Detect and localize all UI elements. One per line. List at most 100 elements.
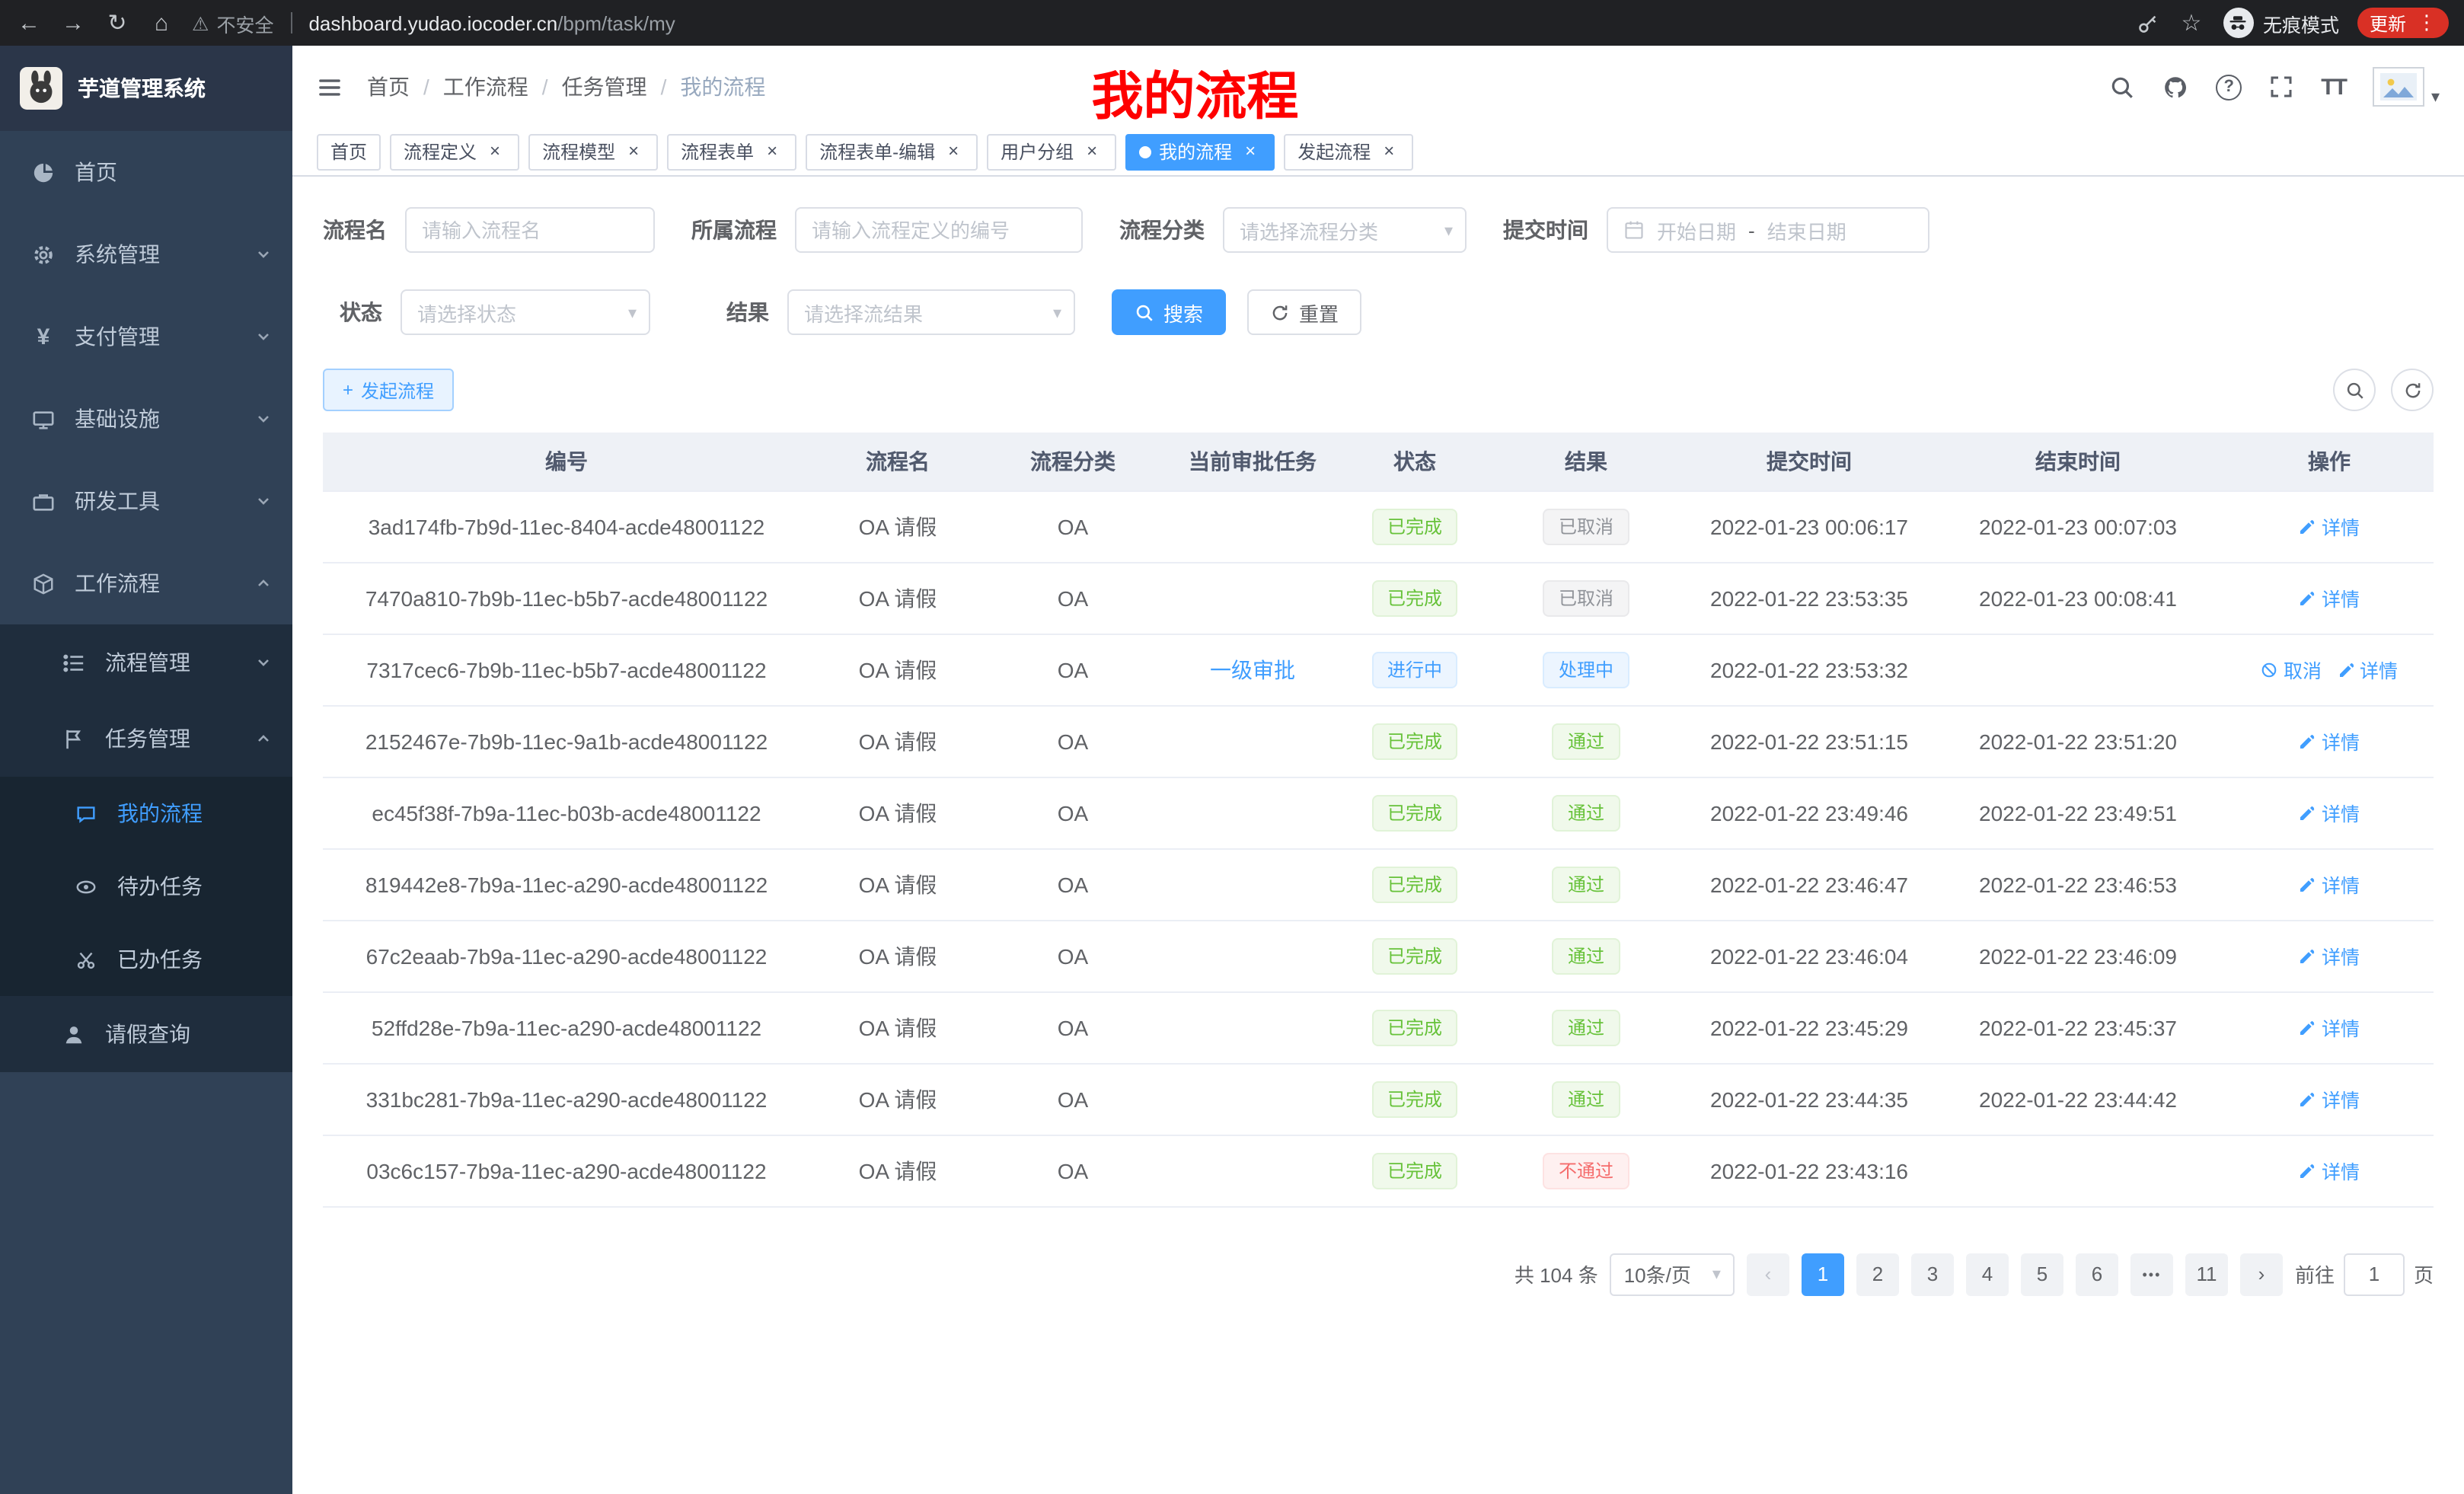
help-icon[interactable]: ?: [2216, 74, 2242, 100]
cell-status: 已完成: [1345, 777, 1485, 848]
sidebar-item-my-process[interactable]: 我的流程: [0, 777, 292, 850]
category-select[interactable]: 请选择流程分类 ▾: [1223, 207, 1467, 253]
page-button-4[interactable]: 4: [1966, 1253, 2009, 1295]
close-icon[interactable]: ×: [623, 141, 644, 162]
reload-icon[interactable]: ↻: [104, 9, 131, 37]
current-task-link[interactable]: 一级审批: [1210, 657, 1295, 682]
tag-home[interactable]: 首页: [317, 133, 381, 170]
submit-time-range-picker[interactable]: 开始日期 - 结束日期: [1607, 207, 1929, 253]
detail-link[interactable]: 详情: [2299, 798, 2360, 827]
close-icon[interactable]: ×: [1081, 141, 1103, 162]
update-button[interactable]: 更新 ⋮: [2357, 8, 2449, 38]
cancel-link[interactable]: 取消: [2261, 655, 2322, 684]
detail-link[interactable]: 详情: [2299, 726, 2360, 755]
close-icon[interactable]: ×: [943, 141, 964, 162]
cell-submit-time: 2022-01-22 23:45:29: [1687, 991, 1931, 1063]
breadcrumb-item[interactable]: 首页: [367, 72, 410, 102]
table-row: 3ad174fb-7b9d-11ec-8404-acde48001122 OA …: [323, 490, 2434, 562]
sidebar-item-done-task[interactable]: 已办任务: [0, 923, 292, 996]
detail-link[interactable]: 详情: [2299, 1156, 2360, 1185]
tag-my-process[interactable]: 我的流程×: [1125, 133, 1275, 170]
search-button[interactable]: 搜索: [1112, 289, 1226, 335]
process-definition-input[interactable]: [795, 207, 1083, 253]
header-name: 流程名: [810, 433, 985, 490]
detail-link[interactable]: 详情: [2337, 655, 2398, 684]
tag-start-process[interactable]: 发起流程×: [1284, 133, 1413, 170]
fullscreen-icon[interactable]: [2269, 75, 2293, 99]
header-id: 编号: [323, 433, 810, 490]
chevron-down-icon: [256, 493, 271, 509]
sidebar-item-system[interactable]: 系统管理: [0, 213, 292, 295]
detail-link[interactable]: 详情: [2299, 1084, 2360, 1113]
cell-result: 不通过: [1485, 1135, 1687, 1206]
tag-process-form[interactable]: 流程表单×: [667, 133, 796, 170]
font-size-icon[interactable]: TT: [2321, 74, 2346, 100]
page-button-11[interactable]: 11: [2185, 1253, 2228, 1295]
app-logo[interactable]: 芋道管理系统: [0, 46, 292, 131]
github-icon[interactable]: [2162, 74, 2188, 100]
security-chip[interactable]: ⚠ 不安全: [192, 8, 273, 37]
sidebar-item-todo-task[interactable]: 待办任务: [0, 850, 292, 923]
detail-link[interactable]: 详情: [2299, 941, 2360, 970]
search-icon[interactable]: [2109, 74, 2135, 100]
refresh-table-icon[interactable]: [2391, 369, 2434, 411]
result-tag: 处理中: [1543, 651, 1629, 688]
more-pages-button[interactable]: •••: [2130, 1253, 2173, 1295]
tag-process-definition[interactable]: 流程定义×: [390, 133, 519, 170]
sidebar-item-workflow[interactable]: 工作流程: [0, 542, 292, 624]
page-size-select[interactable]: 10条/页 ▾: [1610, 1253, 1735, 1295]
sidebar-item-process-mgmt[interactable]: 流程管理: [0, 624, 292, 701]
detail-link[interactable]: 详情: [2299, 512, 2360, 541]
sidebar-item-leave-query[interactable]: 请假查询: [0, 996, 292, 1072]
tag-process-form-edit[interactable]: 流程表单-编辑×: [806, 133, 978, 170]
breadcrumb-item[interactable]: 任务管理: [562, 72, 647, 102]
screen: ← → ↻ ⌂ ⚠ 不安全 dashboard.yudao.iocoder.cn…: [0, 0, 2464, 1494]
next-page-button[interactable]: ›: [2240, 1253, 2283, 1295]
close-icon[interactable]: ×: [484, 141, 506, 162]
address-bar[interactable]: dashboard.yudao.iocoder.cn/bpm/task/my: [308, 11, 675, 34]
divider: [290, 12, 292, 34]
sidebar-item-home[interactable]: 首页: [0, 131, 292, 213]
status-tag: 已完成: [1372, 937, 1457, 974]
cell-submit-time: 2022-01-22 23:51:15: [1687, 705, 1931, 777]
detail-link[interactable]: 详情: [2299, 870, 2360, 899]
process-name-input[interactable]: [405, 207, 655, 253]
sidebar-item-devtools[interactable]: 研发工具: [0, 460, 292, 542]
tag-user-group[interactable]: 用户分组×: [987, 133, 1116, 170]
home-browser-icon[interactable]: ⌂: [148, 10, 175, 36]
sidebar-item-payment[interactable]: ¥ 支付管理: [0, 295, 292, 378]
result-select[interactable]: 请选择流结果 ▾: [787, 289, 1075, 335]
page-button-6[interactable]: 6: [2076, 1253, 2118, 1295]
close-icon[interactable]: ×: [1240, 141, 1261, 162]
tag-process-model[interactable]: 流程模型×: [528, 133, 658, 170]
back-icon[interactable]: ←: [15, 10, 43, 36]
goto-page-input[interactable]: [2344, 1253, 2405, 1295]
status-select[interactable]: 请选择状态 ▾: [401, 289, 650, 335]
cell-submit-time: 2022-01-22 23:53:32: [1687, 634, 1931, 705]
hamburger-icon[interactable]: [317, 74, 343, 100]
sidebar-item-infra[interactable]: 基础设施: [0, 378, 292, 460]
page-button-2[interactable]: 2: [1856, 1253, 1899, 1295]
start-process-button[interactable]: + 发起流程: [323, 369, 454, 411]
forward-icon[interactable]: →: [59, 10, 87, 36]
sidebar-item-task-mgmt[interactable]: 任务管理: [0, 701, 292, 777]
prev-page-button[interactable]: ‹: [1747, 1253, 1789, 1295]
key-icon[interactable]: [2137, 11, 2159, 34]
reset-button[interactable]: 重置: [1247, 289, 1361, 335]
close-icon[interactable]: ×: [761, 141, 783, 162]
bookmark-star-icon[interactable]: ☆: [2178, 9, 2205, 37]
detail-link[interactable]: 详情: [2299, 583, 2360, 612]
cell-submit-time: 2022-01-22 23:49:46: [1687, 777, 1931, 848]
detail-link[interactable]: 详情: [2299, 1013, 2360, 1042]
page-button-1[interactable]: 1: [1802, 1253, 1844, 1295]
breadcrumb-item[interactable]: 工作流程: [443, 72, 528, 102]
incognito-chip[interactable]: 无痕模式: [2223, 8, 2339, 38]
user-menu[interactable]: ▾: [2373, 67, 2440, 107]
browser-menu-icon[interactable]: ⋮: [2417, 11, 2437, 35]
page-button-5[interactable]: 5: [2021, 1253, 2063, 1295]
calendar-icon: [1623, 219, 1645, 241]
chat-icon: [73, 802, 99, 825]
close-icon[interactable]: ×: [1378, 141, 1400, 162]
show-search-icon[interactable]: [2333, 369, 2376, 411]
page-button-3[interactable]: 3: [1911, 1253, 1954, 1295]
